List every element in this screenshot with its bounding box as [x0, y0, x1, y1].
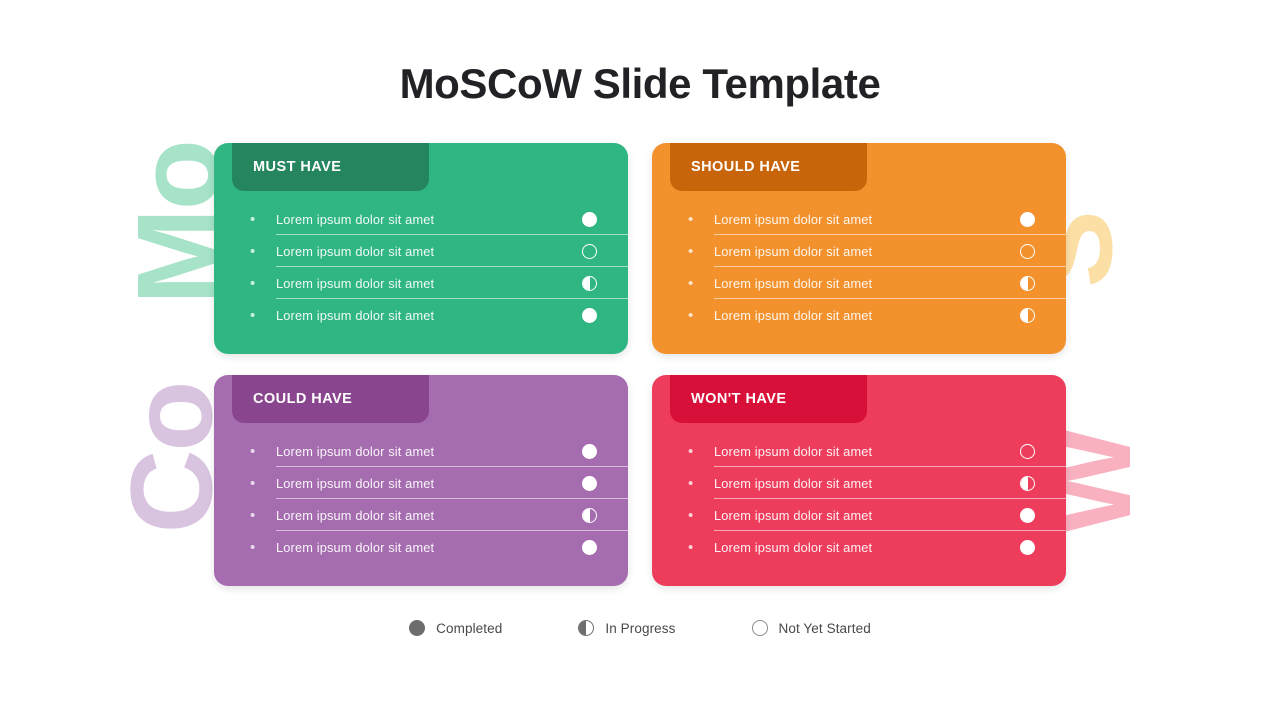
- card-header-wont-have: WON'T HAVE: [670, 375, 867, 423]
- status-filled-circle-icon[interactable]: [582, 211, 597, 227]
- page-title: MoSCoW Slide Template: [399, 60, 881, 107]
- list-item-label: Lorem ipsum dolor sit amet: [714, 507, 873, 523]
- list-item[interactable]: • Lorem ipsum dolor sit amet: [652, 531, 1066, 563]
- slide-canvas: MoSCoW Slide Template Mo S Co W MUST HAV…: [0, 0, 1280, 720]
- list-item[interactable]: • Lorem ipsum dolor sit amet: [214, 235, 628, 267]
- empty-circle-icon: [751, 620, 768, 636]
- list-item-label: Lorem ipsum dolor sit amet: [276, 539, 435, 555]
- item-list-wont-have: • Lorem ipsum dolor sit amet • Lorem ips…: [652, 435, 1066, 563]
- list-item[interactable]: • Lorem ipsum dolor sit amet: [652, 467, 1066, 499]
- list-item-label: Lorem ipsum dolor sit amet: [714, 475, 873, 491]
- bullet-icon: •: [688, 538, 694, 556]
- legend-item-not-yet-started: Not Yet Started: [751, 620, 871, 636]
- list-item[interactable]: • Lorem ipsum dolor sit amet: [214, 435, 628, 467]
- bullet-icon: •: [688, 210, 694, 228]
- status-filled-circle-icon[interactable]: [582, 443, 597, 459]
- status-filled-circle-icon[interactable]: [582, 307, 597, 323]
- bullet-icon: •: [250, 538, 256, 556]
- list-item[interactable]: • Lorem ipsum dolor sit amet: [214, 499, 628, 531]
- list-item-label: Lorem ipsum dolor sit amet: [714, 307, 873, 323]
- list-item-label: Lorem ipsum dolor sit amet: [276, 507, 435, 523]
- bullet-icon: •: [688, 242, 694, 260]
- list-item-label: Lorem ipsum dolor sit amet: [714, 539, 873, 555]
- item-list-could-have: • Lorem ipsum dolor sit amet • Lorem ips…: [214, 435, 628, 563]
- legend-label: Not Yet Started: [778, 620, 871, 636]
- legend-label: In Progress: [605, 620, 676, 636]
- bullet-icon: •: [250, 306, 256, 324]
- bullet-icon: •: [250, 442, 256, 460]
- list-item-label: Lorem ipsum dolor sit amet: [714, 275, 873, 291]
- list-item-label: Lorem ipsum dolor sit amet: [714, 443, 873, 459]
- list-item-label: Lorem ipsum dolor sit amet: [714, 243, 873, 259]
- card-header-could-have: COULD HAVE: [232, 375, 429, 423]
- list-item[interactable]: • Lorem ipsum dolor sit amet: [652, 435, 1066, 467]
- moscow-quadrant-grid: MUST HAVE • Lorem ipsum dolor sit amet •…: [214, 143, 1066, 586]
- bullet-icon: •: [688, 306, 694, 324]
- bullet-icon: •: [688, 274, 694, 292]
- list-item-label: Lorem ipsum dolor sit amet: [714, 211, 873, 227]
- status-filled-circle-icon[interactable]: [1020, 539, 1035, 555]
- status-empty-circle-icon[interactable]: [1020, 443, 1035, 459]
- list-item[interactable]: • Lorem ipsum dolor sit amet: [652, 235, 1066, 267]
- list-item[interactable]: • Lorem ipsum dolor sit amet: [214, 203, 628, 235]
- status-empty-circle-icon[interactable]: [1020, 243, 1035, 259]
- list-item-label: Lorem ipsum dolor sit amet: [276, 275, 435, 291]
- card-title-label: COULD HAVE: [253, 391, 353, 407]
- list-item[interactable]: • Lorem ipsum dolor sit amet: [214, 267, 628, 299]
- card-header-must-have: MUST HAVE: [232, 143, 429, 191]
- quadrant-row-bottom: COULD HAVE • Lorem ipsum dolor sit amet …: [214, 375, 1066, 586]
- bullet-icon: •: [688, 474, 694, 492]
- list-item[interactable]: • Lorem ipsum dolor sit amet: [214, 531, 628, 563]
- card-title-label: SHOULD HAVE: [691, 159, 801, 175]
- status-half-filled-circle-icon[interactable]: [582, 275, 597, 291]
- list-item[interactable]: • Lorem ipsum dolor sit amet: [652, 267, 1066, 299]
- list-item[interactable]: • Lorem ipsum dolor sit amet: [652, 203, 1066, 235]
- list-item[interactable]: • Lorem ipsum dolor sit amet: [214, 467, 628, 499]
- status-filled-circle-icon[interactable]: [1020, 211, 1035, 227]
- status-filled-circle-icon[interactable]: [582, 539, 597, 555]
- list-item-label: Lorem ipsum dolor sit amet: [276, 211, 435, 227]
- status-half-filled-circle-icon[interactable]: [1020, 307, 1035, 323]
- legend-item-in-progress: In Progress: [578, 620, 675, 636]
- list-item[interactable]: • Lorem ipsum dolor sit amet: [652, 499, 1066, 531]
- status-filled-circle-icon[interactable]: [1020, 507, 1035, 523]
- legend-label: Completed: [436, 620, 503, 636]
- legend-item-completed: Completed: [409, 620, 502, 636]
- status-half-filled-circle-icon[interactable]: [1020, 275, 1035, 291]
- list-item-label: Lorem ipsum dolor sit amet: [276, 243, 435, 259]
- bullet-icon: •: [250, 242, 256, 260]
- card-title-label: MUST HAVE: [253, 159, 342, 175]
- bullet-icon: •: [250, 274, 256, 292]
- quadrant-card-could-have[interactable]: COULD HAVE • Lorem ipsum dolor sit amet …: [214, 375, 628, 586]
- list-item-label: Lorem ipsum dolor sit amet: [276, 475, 435, 491]
- list-item-label: Lorem ipsum dolor sit amet: [276, 443, 435, 459]
- list-item[interactable]: • Lorem ipsum dolor sit amet: [214, 299, 628, 331]
- filled-circle-icon: [409, 620, 426, 636]
- status-empty-circle-icon[interactable]: [582, 243, 597, 259]
- status-filled-circle-icon[interactable]: [582, 475, 597, 491]
- quadrant-card-should-have[interactable]: SHOULD HAVE • Lorem ipsum dolor sit amet…: [652, 143, 1066, 354]
- item-list-must-have: • Lorem ipsum dolor sit amet • Lorem ips…: [214, 203, 628, 331]
- bullet-icon: •: [688, 442, 694, 460]
- card-title-label: WON'T HAVE: [691, 391, 787, 407]
- item-list-should-have: • Lorem ipsum dolor sit amet • Lorem ips…: [652, 203, 1066, 331]
- half-filled-circle-icon: [578, 620, 595, 636]
- status-half-filled-circle-icon[interactable]: [1020, 475, 1035, 491]
- quadrant-row-top: MUST HAVE • Lorem ipsum dolor sit amet •…: [214, 143, 1066, 354]
- decorative-letter-co: Co: [106, 382, 237, 534]
- list-item-label: Lorem ipsum dolor sit amet: [276, 307, 435, 323]
- quadrant-card-wont-have[interactable]: WON'T HAVE • Lorem ipsum dolor sit amet …: [652, 375, 1066, 586]
- quadrant-card-must-have[interactable]: MUST HAVE • Lorem ipsum dolor sit amet •…: [214, 143, 628, 354]
- bullet-icon: •: [250, 506, 256, 524]
- status-legend: Completed In Progress Not Yet Started: [0, 620, 1280, 636]
- card-header-should-have: SHOULD HAVE: [670, 143, 867, 191]
- bullet-icon: •: [688, 506, 694, 524]
- bullet-icon: •: [250, 210, 256, 228]
- list-item[interactable]: • Lorem ipsum dolor sit amet: [652, 299, 1066, 331]
- status-half-filled-circle-icon[interactable]: [582, 507, 597, 523]
- bullet-icon: •: [250, 474, 256, 492]
